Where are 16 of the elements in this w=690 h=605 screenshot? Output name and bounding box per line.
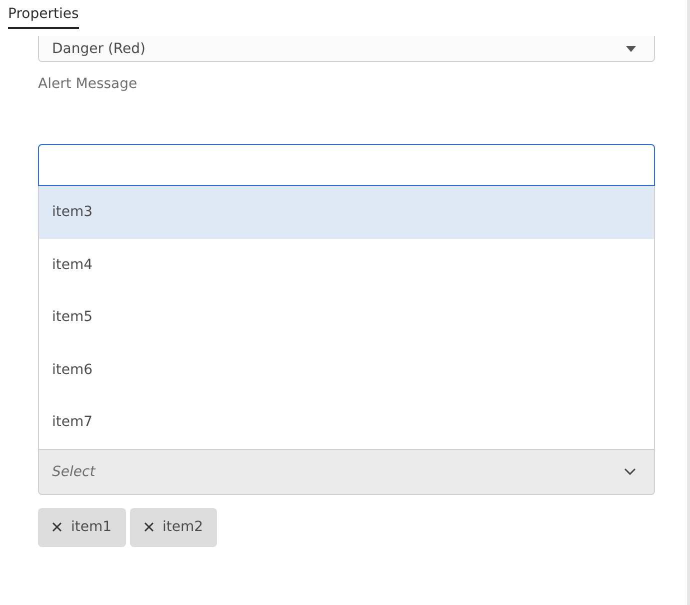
multi-select-field[interactable]: Select bbox=[52, 464, 252, 480]
close-icon bbox=[52, 522, 62, 532]
search-field[interactable] bbox=[38, 144, 655, 186]
caret-icon bbox=[626, 46, 636, 52]
option-item[interactable]: item5 bbox=[39, 291, 654, 344]
type-dropdown[interactable]: Danger (Red) bbox=[38, 36, 655, 62]
option-item[interactable]: item4 bbox=[39, 238, 654, 291]
chevron-down-icon bbox=[624, 468, 636, 475]
option-item[interactable]: item6 bbox=[39, 344, 654, 396]
option-item[interactable]: item3 bbox=[39, 186, 654, 238]
tag-chip[interactable]: item1 bbox=[38, 508, 126, 546]
panel-title[interactable]: Properties bbox=[8, 0, 79, 29]
tag-chip[interactable]: item2 bbox=[130, 508, 218, 546]
option-item[interactable]: item7 bbox=[39, 396, 654, 448]
close-icon bbox=[144, 522, 154, 532]
field-label: Alert Message bbox=[38, 76, 138, 92]
